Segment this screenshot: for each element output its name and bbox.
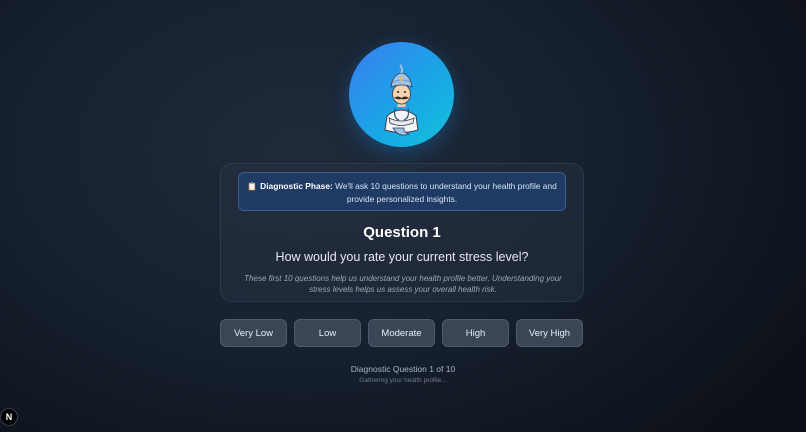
question-text: How would you rate your current stress l… — [275, 250, 529, 264]
avatar — [349, 42, 454, 147]
diagnostic-notice: 📋 Diagnostic Phase: We'll ask 10 question… — [238, 172, 566, 211]
doctor-genie-icon — [384, 64, 419, 136]
answer-low-button[interactable]: Low — [294, 319, 361, 347]
notice-label: Diagnostic Phase: — [260, 181, 333, 191]
question-title: Question 1 — [363, 224, 441, 241]
notice-text: We'll ask 10 questions to understand you… — [332, 181, 557, 204]
answer-very-low-button[interactable]: Very Low — [220, 319, 287, 347]
question-card: 📋 Diagnostic Phase: We'll ask 10 question… — [220, 163, 584, 302]
nextjs-badge-icon[interactable]: N — [0, 408, 18, 426]
answer-high-button[interactable]: High — [442, 319, 509, 347]
clipboard-icon: 📋 — [247, 182, 258, 191]
answer-moderate-button[interactable]: Moderate — [368, 319, 435, 347]
question-help-text: These first 10 questions help us underst… — [244, 274, 562, 294]
answer-very-high-button[interactable]: Very High — [516, 319, 583, 347]
progress-text: Diagnostic Question 1 of 10 — [350, 364, 456, 374]
answer-options: Very Low Low Moderate High Very High — [0, 319, 806, 347]
progress-subtext: Gathering your health profile... — [359, 377, 447, 384]
